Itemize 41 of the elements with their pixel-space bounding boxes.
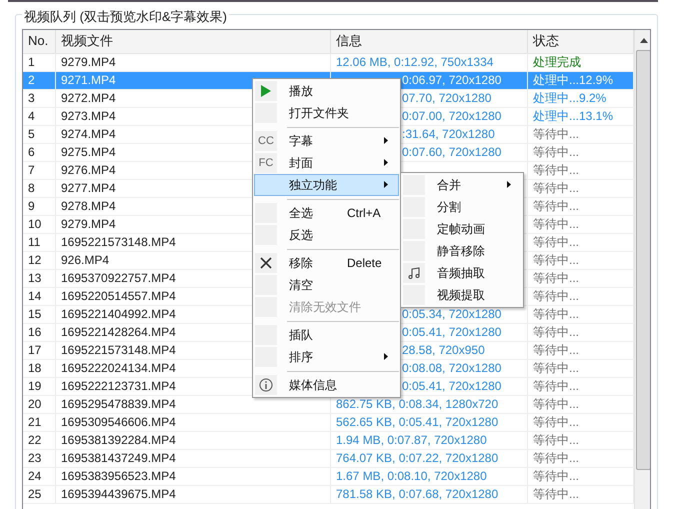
table-cell: 23 (23, 450, 56, 466)
table-cell: 9 (23, 198, 56, 214)
table-cell: 14 (23, 288, 56, 304)
table-cell: 4 (23, 108, 56, 124)
table-cell: 10 (23, 216, 56, 232)
table-cell: 19 (23, 378, 56, 394)
table-cell: 12.06 MB, 0:12.92, 750x1334 (331, 54, 528, 70)
table-cell: 1695381437249.MP4 (56, 450, 331, 466)
table-cell: 20 (23, 396, 56, 412)
table-cell: 9279.MP4 (56, 54, 331, 70)
group-title: 视频队列 (双击预览水印&字幕效果) (22, 9, 229, 24)
table-cell: 781.58 KB, 0:07.68, 720x1280 (331, 486, 528, 502)
table-cell: 8 (23, 180, 56, 196)
table-cell: 17 (23, 342, 56, 358)
table-cell: 6 (23, 144, 56, 160)
table-cell: 1 (23, 54, 56, 70)
table-cell: 1695394439675.MP4 (56, 486, 331, 502)
table-cell: 1.94 MB, 0:07.87, 720x1280 (331, 432, 528, 448)
table-cell: 1695383956523.MP4 (56, 468, 331, 484)
table-cell: 562.65 KB, 0:05.41, 720x1280 (331, 414, 528, 430)
table-cell: 12 (23, 252, 56, 268)
table-cell: 21 (23, 414, 56, 430)
table-cell: 1695381392284.MP4 (56, 432, 331, 448)
table-cell: 764.07 KB, 0:07.22, 720x1280 (331, 450, 528, 466)
table-cell: 16 (23, 324, 56, 340)
shortcut-text: Ctrl+A (347, 205, 381, 222)
table-cell: 24 (23, 468, 56, 484)
table-cell: 5 (23, 126, 56, 142)
table-cell: 25 (23, 486, 56, 502)
table-cell: 15 (23, 306, 56, 322)
table-cell: 13 (23, 270, 56, 286)
icon-text: CC (258, 134, 274, 149)
table-cell: 11 (23, 234, 56, 250)
table-cell: 1695309546606.MP4 (56, 414, 331, 430)
table-cell: 3 (23, 90, 56, 106)
table-cell: 1.67 MB, 0:08.10, 720x1280 (331, 468, 528, 484)
table-cell: 7 (23, 162, 56, 178)
table-cell: 18 (23, 360, 56, 376)
table-cell: 2 (23, 72, 56, 88)
shortcut-text: Delete (347, 255, 382, 272)
table-cell: 22 (23, 432, 56, 448)
